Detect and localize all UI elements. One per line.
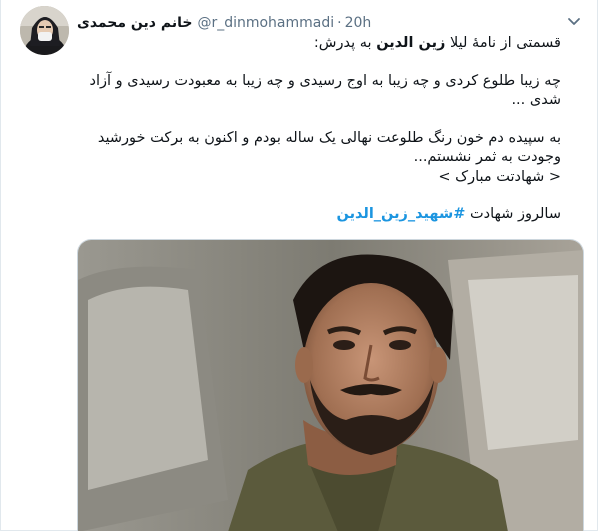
hashtag-link[interactable]: #شهید_زین_الدین (337, 206, 466, 222)
tweet-card[interactable]: خانم دین محمدی @r_dinmohammadi · 20h قسم… (0, 0, 598, 531)
avatar[interactable] (20, 6, 69, 55)
tweet-header: خانم دین محمدی @r_dinmohammadi · 20h (77, 13, 557, 33)
separator-dot: · (337, 15, 342, 31)
tweet-media-photo[interactable] (77, 239, 584, 531)
user-handle[interactable]: @r_dinmohammadi (197, 15, 334, 31)
tweet-hashtag-line: سالروز شهادت #شهید_زین_الدین (336, 206, 561, 222)
display-name[interactable]: خانم دین محمدی (77, 15, 192, 31)
tweet-line-2: شدی ... (511, 92, 561, 108)
tweet-line-5: < شهادتت مبارک > (438, 168, 561, 185)
tweet-text: قسمتی از نامهٔ لیلا زین الدین به پدرش: چ… (77, 34, 562, 225)
tweet-intro: قسمتی از نامهٔ لیلا زین الدین به پدرش: (313, 35, 561, 51)
bold-name: زین الدین (376, 35, 446, 51)
avatar-photo (20, 6, 69, 55)
chevron-down-icon[interactable] (565, 12, 583, 30)
photo-portrait (78, 240, 583, 531)
tweet-line-3: به سپیده دم خون رنگ طلوعت نهالی یک ساله … (97, 129, 561, 146)
tweet-line-4: وجودت به ثمر نشستم... (413, 149, 561, 165)
timestamp[interactable]: 20h (345, 15, 372, 31)
tweet-line-1: چه زیبا طلوع کردی و چه زیبا به اوج رسیدی… (89, 72, 562, 89)
